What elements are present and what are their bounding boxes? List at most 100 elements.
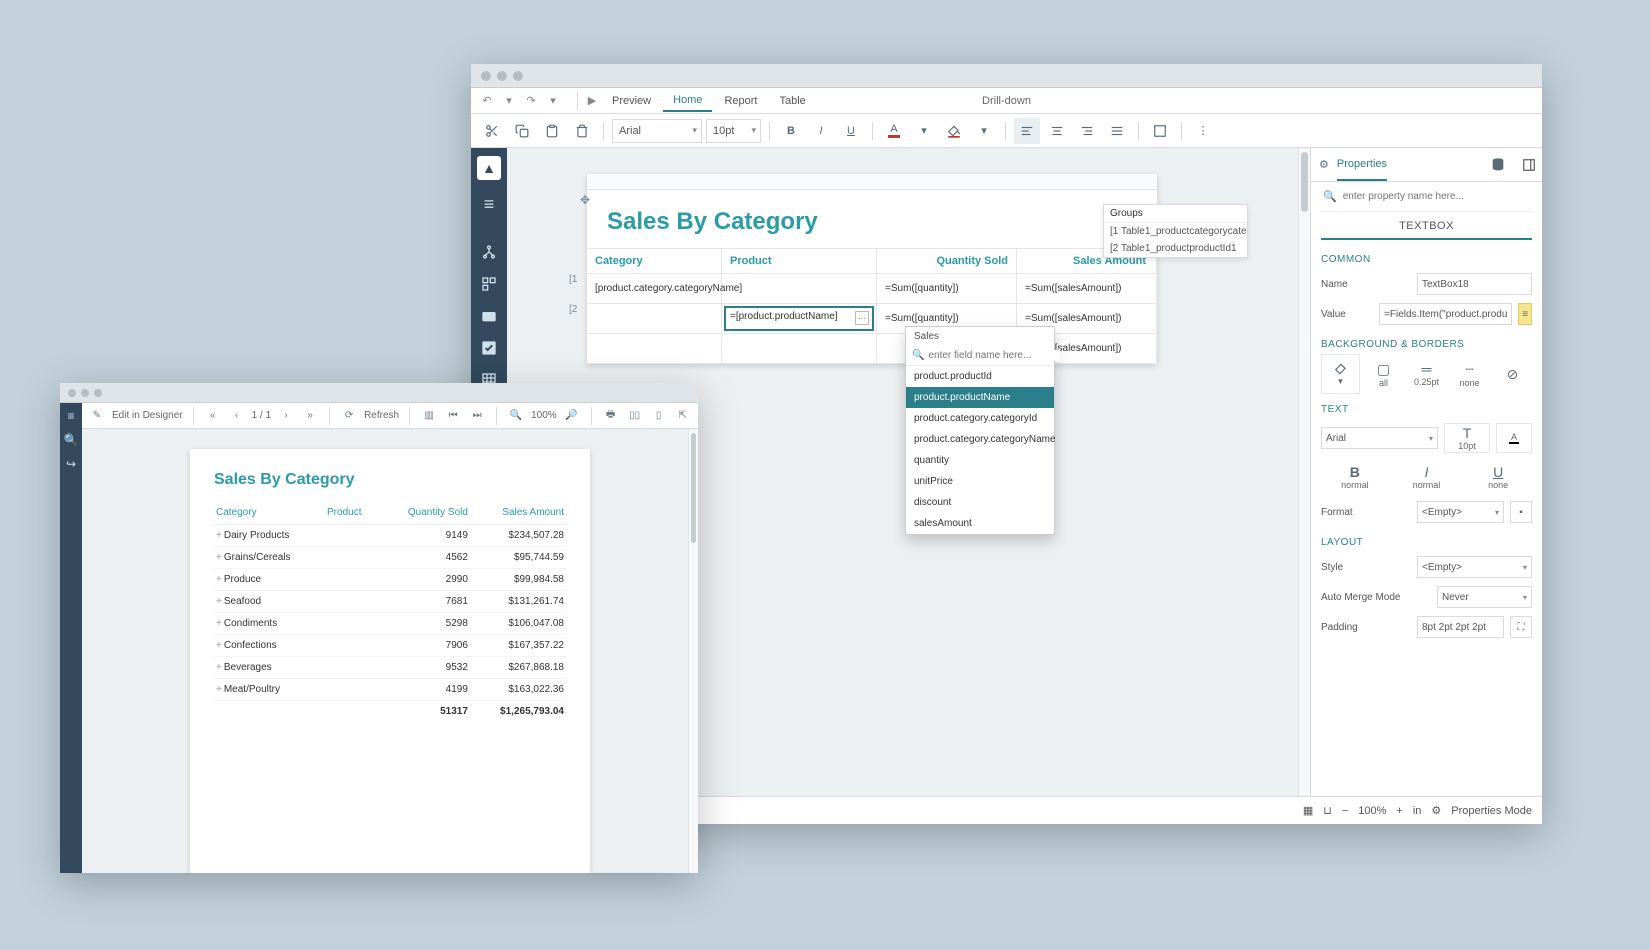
next-page-button[interactable]: ›	[277, 407, 295, 425]
value-input[interactable]: =Fields.Item("product.produ	[1379, 303, 1512, 325]
italic-option[interactable]: Inormal	[1393, 457, 1461, 497]
cell-qty-expr[interactable]: =Sum([quantity])	[877, 274, 1017, 303]
table-row[interactable]: +Dairy Products9149$234,507.28	[214, 525, 566, 547]
search-icon[interactable]: 🔍	[64, 433, 79, 447]
format-more-button[interactable]: ▪	[1510, 501, 1532, 523]
refresh-icon[interactable]: ⟳	[340, 407, 358, 425]
text-size-button[interactable]: T10pt	[1444, 423, 1490, 453]
database-icon[interactable]	[1490, 157, 1506, 173]
grid-toggle-icon[interactable]: ▦	[1303, 804, 1313, 817]
menu-table[interactable]: Table	[770, 91, 816, 111]
check-icon[interactable]	[475, 334, 503, 362]
italic-button[interactable]: I	[808, 118, 834, 144]
bold-button[interactable]: B	[778, 118, 804, 144]
collapse-panel-icon[interactable]	[1522, 158, 1536, 172]
menu-report[interactable]: Report	[714, 91, 767, 111]
mode-label[interactable]: Properties Mode	[1451, 805, 1532, 817]
padding-input[interactable]: 8pt 2pt 2pt 2pt	[1417, 616, 1504, 638]
ac-item[interactable]: quantity	[906, 450, 1054, 471]
align-center-button[interactable]	[1044, 118, 1070, 144]
logo-icon[interactable]: ▲	[477, 156, 501, 180]
scrollbar-thumb[interactable]	[691, 433, 696, 543]
bg-color-button[interactable]: ▾	[1321, 354, 1360, 394]
table-row[interactable]: +Confections7906$167,357.22	[214, 635, 566, 657]
table-row[interactable]: +Beverages9532$267,868.18	[214, 657, 566, 679]
print-icon[interactable]: 🖶	[602, 407, 620, 425]
expand-icon[interactable]: +	[216, 596, 224, 607]
zoom-in-button[interactable]: 🔎	[563, 407, 581, 425]
text-color-button[interactable]: A	[1496, 423, 1532, 453]
expand-icon[interactable]: +	[216, 574, 224, 585]
ac-item-selected[interactable]: product.productName	[906, 387, 1054, 408]
underline-option[interactable]: Unone	[1464, 457, 1532, 497]
preview-canvas[interactable]: Sales By Category Category Product Quant…	[82, 429, 698, 873]
menu-home[interactable]: Home	[663, 90, 712, 112]
font-color-button[interactable]: A	[881, 118, 907, 144]
table-row[interactable]: +Meat/Poultry4199$163,022.36	[214, 679, 566, 701]
ac-item[interactable]: salesAmount	[906, 513, 1054, 534]
group-item[interactable]: [2 Table1_productproductId1	[1104, 240, 1247, 257]
zoom-out-button[interactable]: −	[1342, 805, 1348, 817]
refresh-label[interactable]: Refresh	[364, 410, 399, 421]
export-icon[interactable]: ⇱	[674, 407, 692, 425]
card-icon[interactable]	[475, 302, 503, 330]
underline-button[interactable]: U	[838, 118, 864, 144]
autocomplete-input[interactable]	[928, 350, 1060, 361]
table-row[interactable]: +Grains/Cereals4562$95,744.59	[214, 547, 566, 569]
paste-button[interactable]	[539, 118, 565, 144]
ac-item[interactable]: product.category.categoryName	[906, 429, 1054, 450]
header-product[interactable]: Product	[722, 249, 877, 273]
table-row[interactable]: +Produce2990$99,984.58	[214, 569, 566, 591]
expand-icon[interactable]: +	[216, 618, 224, 629]
border-style-button[interactable]: ┄none	[1450, 354, 1489, 394]
table-row[interactable]: +Seafood7681$131,261.74	[214, 591, 566, 613]
hamburger-icon[interactable]: ≡	[67, 409, 74, 423]
undo-button[interactable]: ↶	[479, 94, 495, 107]
style-select[interactable]: <Empty>	[1417, 556, 1532, 578]
font-select[interactable]: Arial	[612, 119, 702, 143]
expand-editor-button[interactable]: ⋯	[855, 311, 869, 325]
expand-icon[interactable]: +	[216, 640, 224, 651]
border-clear-button[interactable]: ⊘	[1493, 354, 1532, 394]
align-right-button[interactable]	[1074, 118, 1100, 144]
cell-amt-expr[interactable]: =Sum([salesAmount])	[1017, 274, 1157, 303]
fill-color-dropdown[interactable]: ▾	[971, 118, 997, 144]
more-button[interactable]: ⋮	[1190, 118, 1216, 144]
name-input[interactable]: TextBox18	[1417, 273, 1532, 295]
unit-label[interactable]: in	[1413, 805, 1422, 817]
align-justify-button[interactable]	[1104, 118, 1130, 144]
move-handle-icon[interactable]: ✥	[577, 192, 593, 208]
scrollbar-vertical[interactable]	[688, 429, 698, 873]
last-page-button[interactable]: »	[301, 407, 319, 425]
copy-button[interactable]	[509, 118, 535, 144]
scrollbar-thumb[interactable]	[1301, 152, 1308, 212]
tree-icon[interactable]	[475, 238, 503, 266]
first-page-button[interactable]: «	[204, 407, 222, 425]
automerge-select[interactable]: Never	[1437, 586, 1532, 608]
menu-preview[interactable]: Preview	[602, 91, 661, 111]
redo-dropdown[interactable]: ▾	[545, 94, 561, 107]
expand-icon[interactable]: +	[216, 552, 224, 563]
last-icon[interactable]: ⏭	[468, 407, 486, 425]
exit-icon[interactable]: ↪	[66, 457, 76, 471]
expression-flag-icon[interactable]: ≡	[1518, 303, 1532, 325]
border-button[interactable]	[1147, 118, 1173, 144]
first-icon[interactable]: ⏮	[444, 407, 462, 425]
font-size-select[interactable]: 10pt	[706, 119, 761, 143]
snap-toggle-icon[interactable]: ⊔	[1323, 804, 1332, 817]
ac-item[interactable]: product.category.categoryId	[906, 408, 1054, 429]
group-item[interactable]: [1 Table1_productcategorycategoryId1	[1104, 223, 1247, 240]
hamburger-icon[interactable]: ≡	[475, 190, 503, 218]
redo-button[interactable]: ↷	[523, 94, 539, 107]
zoom-in-button[interactable]: +	[1396, 805, 1402, 817]
properties-tab[interactable]: Properties	[1337, 158, 1387, 181]
undo-dropdown[interactable]: ▾	[501, 94, 517, 107]
gear-icon[interactable]: ⚙	[1431, 804, 1441, 817]
edit-pencil-icon[interactable]: ✎	[88, 407, 106, 425]
cell-category-expr[interactable]: [product.category.categoryName]	[587, 274, 722, 303]
edit-in-designer-link[interactable]: Edit in Designer	[112, 410, 183, 421]
pivot-icon[interactable]	[475, 270, 503, 298]
ac-item[interactable]: product.productId	[906, 366, 1054, 387]
border-width-button[interactable]: ═0.25pt	[1407, 354, 1446, 394]
bold-option[interactable]: Bnormal	[1321, 457, 1389, 497]
